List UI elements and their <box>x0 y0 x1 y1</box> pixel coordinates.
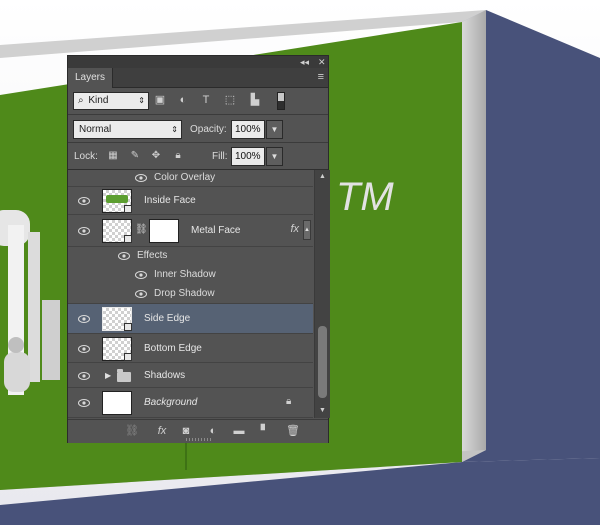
select-arrows-icon: ⇕ <box>138 96 145 105</box>
layer-name: Metal Face <box>191 225 241 236</box>
layer-fx-badge[interactable]: fx <box>290 223 299 235</box>
layer-thumbnail <box>102 219 132 243</box>
layer-name: Inside Face <box>144 195 196 206</box>
image-filter-icon[interactable]: ▣ <box>153 93 167 107</box>
blend-mode-value: Normal <box>79 124 112 135</box>
layer-thumbnail <box>102 337 132 361</box>
grey-bevel-right <box>462 10 486 462</box>
eye-icon[interactable] <box>78 314 90 324</box>
layer-name: Side Edge <box>144 313 191 324</box>
lock-all-icon[interactable]: 🔒︎ <box>172 150 184 162</box>
folder-icon <box>117 369 131 382</box>
effects-label: Effects <box>137 250 168 261</box>
layer-name: Bottom Edge <box>144 343 202 354</box>
eye-icon[interactable] <box>78 371 90 381</box>
smart-object-icon <box>124 323 132 331</box>
eye-icon[interactable] <box>78 398 90 408</box>
delete-layer-icon[interactable]: 🗑︎ <box>286 424 300 438</box>
eye-icon[interactable] <box>135 173 147 183</box>
effect-row-color-overlay[interactable]: Color Overlay <box>68 170 313 187</box>
panel-titlebar: ◂◂ ✕ <box>68 56 328 68</box>
panel-footer: ⛓ fx ◙ ◐ ▬ ▘ 🗑︎ <box>68 419 328 443</box>
eye-icon[interactable] <box>135 270 147 280</box>
trademark-text: TM <box>336 175 394 219</box>
eye-icon[interactable] <box>78 196 90 206</box>
fx-label: fx <box>157 425 167 437</box>
collapse-panel-button[interactable]: ◂◂ <box>300 56 309 68</box>
smart-object-icon <box>124 205 132 213</box>
expand-effects-arrow-icon[interactable]: ▲ <box>303 220 311 240</box>
fill-dropdown-button[interactable]: ▼ <box>266 147 283 166</box>
link-layers-icon[interactable]: ⛓ <box>125 424 139 438</box>
add-layer-style-icon[interactable]: fx <box>152 424 172 438</box>
filter-kind-select[interactable]: ⌕ Kind ⇕ <box>73 92 149 110</box>
eye-icon[interactable] <box>135 289 147 299</box>
layers-scrollbar[interactable]: ▲ ▼ <box>314 170 330 418</box>
smart-object-icon <box>124 235 132 243</box>
lock-row: Lock: ▦ ✎ ✥ 🔒︎ Fill: 100% ▼ <box>68 143 328 170</box>
eye-icon[interactable] <box>78 344 90 354</box>
layer-row-inside-face[interactable]: Inside Face <box>68 187 313 215</box>
effect-label: Inner Shadow <box>154 269 216 280</box>
mask-thumbnail[interactable] <box>149 219 179 243</box>
filter-toggle-switch[interactable] <box>277 92 285 110</box>
filter-row: ⌕ Kind ⇕ ▣ ◐ T ⬚ ▙ <box>68 88 328 115</box>
lock-label: Lock: <box>74 151 98 162</box>
layer-name: Background <box>144 397 198 408</box>
new-group-icon[interactable]: ▬ <box>232 424 246 438</box>
lock-position-icon[interactable]: ✥ <box>150 150 162 162</box>
new-layer-icon[interactable]: ▘ <box>258 424 272 438</box>
expand-group-arrow-icon[interactable]: ▶ <box>105 370 111 382</box>
adjustment-filter-icon[interactable]: ◐ <box>176 93 190 107</box>
effects-header-row[interactable]: Effects <box>68 247 313 266</box>
layer-thumbnail <box>102 391 132 415</box>
fill-field[interactable]: 100% <box>231 147 265 166</box>
close-panel-button[interactable]: ✕ <box>318 56 326 68</box>
panel-menu-icon[interactable]: ≡ <box>318 71 324 83</box>
panel-tab-row: Layers ≡ <box>68 68 328 88</box>
search-icon: ⌕ <box>78 95 84 106</box>
mask-link-icon[interactable]: ⛓ <box>135 224 148 235</box>
lock-icon: 🔒︎ <box>286 396 292 407</box>
filter-kind-label: Kind <box>88 95 109 106</box>
eye-icon[interactable] <box>118 251 130 261</box>
layer-row-metal-face[interactable]: ⛓ Metal Face fx ▲ <box>68 215 313 247</box>
layer-row-background[interactable]: Background 🔒︎ <box>68 388 313 418</box>
effect-label: Color Overlay <box>154 172 216 183</box>
scroll-up-arrow-icon[interactable]: ▲ <box>317 172 328 182</box>
scrollbar-thumb[interactable] <box>318 326 327 398</box>
add-mask-icon[interactable]: ◙ <box>179 424 193 438</box>
scroll-down-arrow-icon[interactable]: ▼ <box>317 406 328 416</box>
effect-row-drop-shadow[interactable]: Drop Shadow <box>68 285 313 304</box>
opacity-label: Opacity: <box>190 124 227 135</box>
shape-filter-icon[interactable]: ⬚ <box>223 93 237 107</box>
eye-icon[interactable] <box>78 226 90 236</box>
smart-object-icon <box>124 353 132 361</box>
fill-label: Fill: <box>212 151 228 162</box>
lock-image-pixels-icon[interactable]: ✎ <box>129 150 141 162</box>
select-arrows-icon: ⇕ <box>171 125 178 134</box>
layer-group-shadows[interactable]: ▶ Shadows <box>68 363 313 388</box>
panel-resize-grip[interactable] <box>186 438 212 441</box>
lock-transparent-pixels-icon[interactable]: ▦ <box>107 150 119 162</box>
layer-name: Shadows <box>144 370 186 381</box>
opacity-dropdown-button[interactable]: ▼ <box>266 120 283 139</box>
layers-panel: ◂◂ ✕ Layers ≡ ⌕ Kind ⇕ ▣ ◐ T ⬚ ▙ Normal … <box>67 55 330 443</box>
layer-thumbnail <box>102 307 132 331</box>
layer-row-side-edge[interactable]: Side Edge <box>68 304 313 334</box>
effect-row-inner-shadow[interactable]: Inner Shadow <box>68 266 313 285</box>
layer-row-bottom-edge[interactable]: Bottom Edge <box>68 334 313 363</box>
effect-label: Drop Shadow <box>154 288 215 299</box>
tab-layers[interactable]: Layers <box>68 68 114 88</box>
layer-thumbnail <box>102 189 132 213</box>
new-adjustment-layer-icon[interactable]: ◐ <box>206 424 220 438</box>
blend-row: Normal ⇕ Opacity: 100% ▼ <box>68 114 328 143</box>
smart-object-filter-icon[interactable]: ▙ <box>248 93 262 107</box>
blend-mode-select[interactable]: Normal ⇕ <box>73 120 182 139</box>
layers-list: Color Overlay Inside Face ⛓ Metal Face f… <box>68 170 313 419</box>
type-filter-icon[interactable]: T <box>199 93 213 107</box>
opacity-field[interactable]: 100% <box>231 120 265 139</box>
